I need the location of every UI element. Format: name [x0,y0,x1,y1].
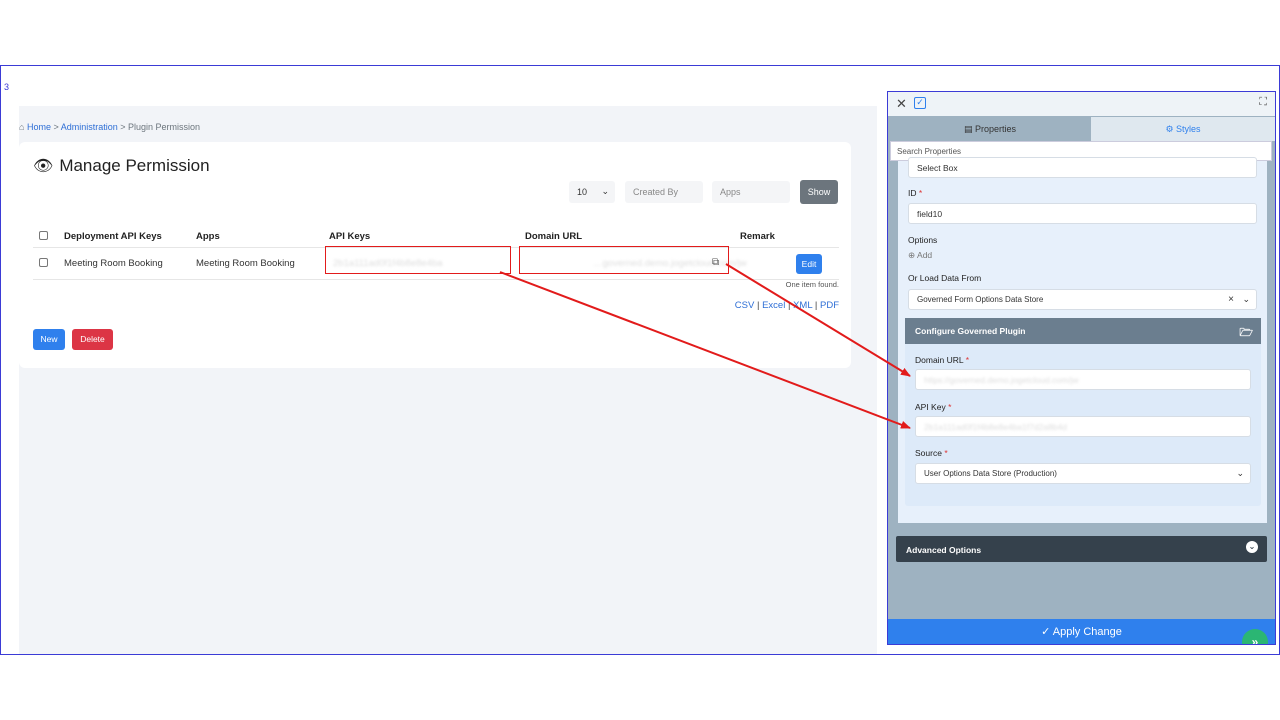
home-icon: ⌂ [19,122,25,132]
required-marker: * [948,402,952,412]
header-deployment-api-keys: Deployment API Keys [64,231,162,242]
required-marker: * [965,355,970,365]
table-header: Deployment API Keys Apps API Keys Domain… [33,224,839,248]
chevron-down-icon: ⌄ [1242,294,1250,304]
api-key-label-text: API Key [915,402,946,412]
source-label: Source * [915,448,948,458]
domain-url-highlight-box [519,246,729,274]
export-separator: | [785,300,794,311]
tab-styles[interactable]: ⚙ Styles [1091,117,1275,141]
options-label: Options [908,235,938,245]
select-box-field[interactable]: Select Box [908,157,1257,178]
page-size-select[interactable]: 10 ⌄ [569,181,615,203]
api-key-label: API Key * [915,402,951,412]
domain-url-label: Domain URL * [915,355,969,365]
header-domain-url: Domain URL [525,231,582,242]
breadcrumb: ⌂ Home > Administration > Plugin Permiss… [19,122,200,132]
new-button[interactable]: New [33,329,65,350]
load-data-value: Governed Form Options Data Store [917,295,1044,304]
header-remark: Remark [740,231,775,242]
load-data-select[interactable]: Governed Form Options Data Store × ⌄ [908,289,1257,310]
page-title: 👁 Manage Permission [33,156,210,176]
select-all-checkbox[interactable] [39,231,48,240]
breadcrumb-current: Plugin Permission [128,122,201,132]
created-by-filter[interactable]: Created By [625,181,703,203]
export-separator: | [754,300,763,311]
gear-icon: ⚙ [1165,124,1177,134]
delete-button[interactable]: Delete [72,329,113,350]
export-links: CSV | Excel | XML | PDF [735,300,839,311]
id-label-text: ID [908,188,917,198]
properties-panel: ✕ ✓ ⛶ ▤ Properties ⚙ Styles Search Prope… [887,91,1276,645]
load-data-label: Or Load Data From [908,273,982,283]
export-separator: | [812,300,820,311]
governed-plugin-section: Configure Governed Plugin 🗁 Domain URL *… [905,318,1261,506]
properties-form: Select Box ID * field10 Options ⊕ Add Or… [898,157,1267,523]
expand-icon[interactable]: ⛶ [1259,96,1267,109]
id-field[interactable]: field10 [908,203,1257,224]
id-label: ID * [908,188,922,198]
breadcrumb-separator: > [117,122,129,132]
header-apps: Apps [196,231,220,242]
document-icon: ▤ [963,124,975,134]
chevron-down-icon: ⌄ [601,186,609,196]
slide-frame: 3 ⌂ Home > Administration > Plugin Permi… [0,65,1280,655]
plugin-permission-app: ⌂ Home > Administration > Plugin Permiss… [19,106,877,654]
breadcrumb-administration[interactable]: Administration [61,122,118,132]
page-size-value: 10 [577,187,588,197]
required-marker: * [944,448,948,458]
row-checkbox[interactable] [39,258,48,267]
source-value: User Options Data Store (Production) [924,469,1057,478]
show-button[interactable]: Show [800,180,838,204]
api-key-value: 2b1a111ad0f1f4b8e8e4ba1f7d2a8b4d [924,422,1067,432]
edit-button[interactable]: Edit [796,254,822,274]
clear-icon[interactable]: × [1228,294,1234,305]
row-deployment: Meeting Room Booking [64,258,163,269]
export-pdf-link[interactable]: PDF [820,300,839,311]
eye-icon: 👁 [33,158,54,175]
apps-filter[interactable]: Apps [712,181,790,203]
required-marker: * [918,188,923,198]
advanced-options-toggle[interactable]: Advanced Options ⌄ [896,536,1267,562]
close-icon[interactable]: ✕ [896,96,907,112]
export-csv-link[interactable]: CSV [735,300,755,311]
breadcrumb-home[interactable]: Home [27,122,51,132]
governed-plugin-header[interactable]: Configure Governed Plugin 🗁 [905,318,1261,344]
source-label-text: Source [915,448,942,458]
advanced-options-label: Advanced Options [906,545,982,555]
apply-change-button[interactable]: ✓ Apply Change [888,619,1275,644]
panel-toolbar: ✕ ✓ ⛶ [888,92,1275,116]
export-excel-link[interactable]: Excel [762,300,785,311]
folder-open-icon[interactable]: 🗁 [1239,324,1253,343]
api-key-field[interactable]: 2b1a111ad0f1f4b8e8e4ba1f7d2a8b4d [915,416,1251,437]
checkbox-icon[interactable]: ✓ [914,97,926,109]
slide-number: 3 [4,82,10,92]
domain-url-label-text: Domain URL [915,355,964,365]
add-option-label: Add [917,250,933,260]
apply-change-label: Apply Change [1052,626,1122,638]
export-xml-link[interactable]: XML [793,300,812,311]
domain-url-field[interactable]: https://governed.demo.jogetcloud.com/jw [915,369,1251,390]
header-api-keys: API Keys [329,231,371,242]
add-option-button[interactable]: ⊕ Add [908,250,932,261]
breadcrumb-separator: > [50,122,61,132]
tab-properties-label: Properties [974,124,1017,134]
result-count: One item found. [785,280,839,289]
chevron-down-icon: ⌄ [1236,468,1244,478]
tab-properties[interactable]: ▤ Properties [890,117,1090,141]
domain-url-value: https://governed.demo.jogetcloud.com/jw [924,375,1079,385]
plus-circle-icon: ⊕ [908,250,916,260]
source-select[interactable]: User Options Data Store (Production) ⌄ [915,463,1251,484]
api-key-highlight-box [325,246,511,274]
page-title-text: Manage Permission [59,156,210,175]
row-apps: Meeting Room Booking [196,258,295,269]
chevron-down-icon: ⌄ [1246,541,1258,553]
check-icon: ✓ [1041,626,1053,638]
tab-styles-label: Styles [1176,124,1201,134]
governed-plugin-title: Configure Governed Plugin [915,326,1026,336]
